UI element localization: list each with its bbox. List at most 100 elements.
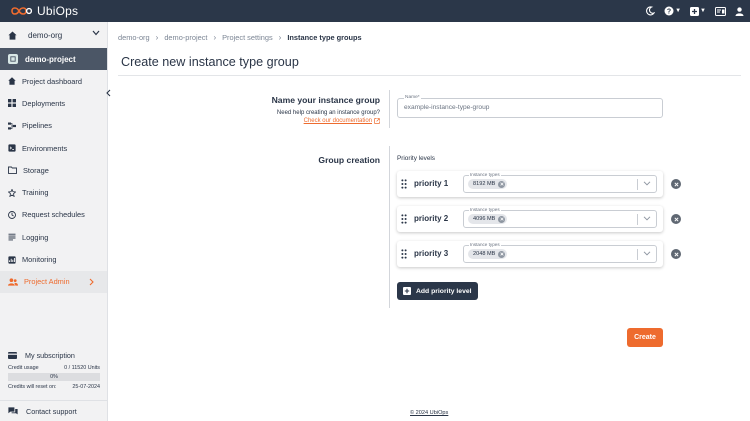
chip-remove-icon[interactable] bbox=[498, 215, 506, 223]
chevron-right-icon bbox=[89, 278, 94, 286]
remove-priority-button[interactable] bbox=[671, 214, 681, 224]
chevron-down-icon[interactable] bbox=[643, 181, 651, 186]
section-divider-line bbox=[389, 146, 390, 308]
subscription-panel: My subscription Credit usage 0 / 11520 U… bbox=[0, 347, 108, 391]
home-icon bbox=[8, 31, 17, 40]
add-icon bbox=[690, 6, 700, 16]
drag-handle-icon[interactable] bbox=[401, 249, 407, 259]
organization-selector[interactable]: demo-org bbox=[0, 22, 107, 48]
priority-levels-label: Priority levels bbox=[397, 155, 435, 162]
chevron-right-icon: › bbox=[278, 33, 282, 42]
sidebar-item-environments[interactable]: Environments bbox=[0, 137, 107, 159]
chevron-down-icon[interactable] bbox=[643, 216, 651, 221]
priority-name: priority 1 bbox=[414, 179, 449, 188]
app-name: UbiOps bbox=[37, 4, 79, 18]
chip-remove-icon[interactable] bbox=[498, 180, 506, 188]
sidebar: demo-org demo-project Project dashboard … bbox=[0, 22, 108, 421]
priority-level-card: priority 1 Instance types 8192 MB bbox=[397, 171, 663, 197]
chevron-left-icon bbox=[105, 89, 110, 97]
instance-type-chip: 8192 MB bbox=[468, 179, 508, 189]
deployments-icon bbox=[8, 99, 16, 108]
breadcrumb-organization[interactable]: demo-org bbox=[118, 33, 150, 42]
remove-priority-button[interactable] bbox=[671, 249, 681, 259]
folder-icon bbox=[8, 166, 17, 175]
logging-icon bbox=[8, 233, 16, 241]
documentation-link[interactable]: Check our documentation bbox=[304, 118, 380, 124]
sidebar-item-project-admin[interactable]: Project Admin bbox=[0, 270, 107, 293]
chip-remove-icon[interactable] bbox=[498, 250, 506, 258]
chevron-down-icon: ▼ bbox=[700, 8, 706, 14]
sidebar-item-pipelines[interactable]: Pipelines bbox=[0, 115, 107, 137]
add-priority-level-button[interactable]: Add priority level bbox=[397, 282, 478, 300]
sidebar-item-storage[interactable]: Storage bbox=[0, 159, 107, 181]
sidebar-item-logging[interactable]: Logging bbox=[0, 226, 107, 248]
pipelines-icon bbox=[8, 122, 16, 130]
chevron-right-icon: › bbox=[155, 33, 159, 42]
create-button[interactable]: Create bbox=[627, 328, 663, 347]
credit-reset-row: Credits will reset on: 25-07-2024 bbox=[0, 382, 108, 391]
drag-handle-icon[interactable] bbox=[401, 214, 407, 224]
chevron-right-icon: › bbox=[213, 33, 217, 42]
sidebar-item-deployments[interactable]: Deployments bbox=[0, 92, 107, 114]
help-menu[interactable]: ? ▼ bbox=[664, 6, 681, 16]
my-subscription-link[interactable]: My subscription bbox=[0, 347, 108, 363]
instance-group-name-input[interactable] bbox=[404, 104, 644, 111]
sidebar-item-training[interactable]: Training bbox=[0, 181, 107, 203]
contact-support-link[interactable]: Contact support bbox=[0, 400, 108, 421]
instance-type-chip: 4096 MB bbox=[468, 214, 508, 224]
sidebar-item-project-dashboard[interactable]: Project dashboard bbox=[0, 70, 107, 92]
user-icon[interactable] bbox=[735, 6, 744, 16]
app-logo[interactable]: UbiOps bbox=[10, 4, 78, 18]
drag-handle-icon[interactable] bbox=[401, 179, 407, 189]
instance-types-label: Instance types bbox=[469, 242, 501, 247]
sidebar-item-label: Training bbox=[22, 188, 49, 198]
close-icon bbox=[673, 216, 679, 222]
title-divider bbox=[118, 75, 741, 76]
credit-usage-value: 0 / 11520 Units bbox=[64, 364, 100, 371]
breadcrumb: demo-org › demo-project › Project settin… bbox=[118, 33, 362, 42]
remove-priority-button[interactable] bbox=[671, 179, 681, 189]
instance-types-label: Instance types bbox=[469, 207, 501, 212]
name-section-help: Need help creating an instance group? bbox=[276, 110, 380, 116]
credit-reset-date: 25-07-2024 bbox=[72, 383, 100, 390]
environments-icon bbox=[8, 144, 16, 152]
clock-icon bbox=[8, 210, 16, 219]
sidebar-nav: Project dashboard Deployments Pipelines … bbox=[0, 70, 107, 293]
ubiops-logo-icon bbox=[11, 7, 32, 15]
credit-usage-row: Credit usage 0 / 11520 Units bbox=[0, 363, 108, 372]
chat-icon bbox=[8, 407, 18, 415]
breadcrumb-project-settings[interactable]: Project settings bbox=[222, 33, 273, 42]
sidebar-item-request-schedules[interactable]: Request schedules bbox=[0, 204, 107, 226]
sidebar-item-label: Request schedules bbox=[22, 210, 85, 220]
sidebar-item-label: Project dashboard bbox=[22, 76, 82, 86]
sidebar-item-label: Project Admin bbox=[24, 277, 70, 287]
collapse-sidebar-button[interactable] bbox=[104, 88, 112, 98]
chevron-down-icon bbox=[92, 30, 100, 36]
sidebar-item-label: Deployments bbox=[22, 98, 66, 108]
footer-copyright[interactable]: © 2024 UbiOps bbox=[410, 410, 448, 416]
project-selector[interactable]: demo-project bbox=[0, 48, 107, 70]
add-menu[interactable]: ▼ bbox=[690, 6, 706, 16]
add-priority-level-label: Add priority level bbox=[416, 287, 472, 295]
notifications-icon[interactable] bbox=[715, 6, 726, 16]
select-divider bbox=[637, 249, 638, 260]
credit-usage-label: Credit usage bbox=[8, 364, 39, 371]
theme-moon-icon[interactable] bbox=[645, 6, 656, 16]
help-icon: ? bbox=[664, 6, 674, 16]
home-icon bbox=[8, 77, 16, 85]
select-divider bbox=[637, 179, 638, 190]
breadcrumb-project[interactable]: demo-project bbox=[164, 33, 207, 42]
chevron-down-icon[interactable] bbox=[643, 251, 651, 256]
instance-types-select[interactable]: Instance types 4096 MB bbox=[463, 207, 657, 228]
instance-type-chip-label: 2048 MB bbox=[473, 251, 496, 257]
credit-progress-label: 0% bbox=[50, 374, 58, 380]
priority-level-card: priority 3 Instance types 2048 MB bbox=[397, 241, 663, 267]
sidebar-item-monitoring[interactable]: Monitoring bbox=[0, 248, 107, 270]
instance-types-select[interactable]: Instance types 8192 MB bbox=[463, 172, 657, 193]
instance-types-select[interactable]: Instance types 2048 MB bbox=[463, 242, 657, 263]
users-icon bbox=[8, 278, 18, 286]
instance-types-label: Instance types bbox=[469, 172, 501, 177]
credit-progress-bar: 0% bbox=[8, 373, 100, 381]
instance-type-chip: 2048 MB bbox=[468, 249, 508, 259]
my-subscription-label: My subscription bbox=[25, 350, 75, 360]
